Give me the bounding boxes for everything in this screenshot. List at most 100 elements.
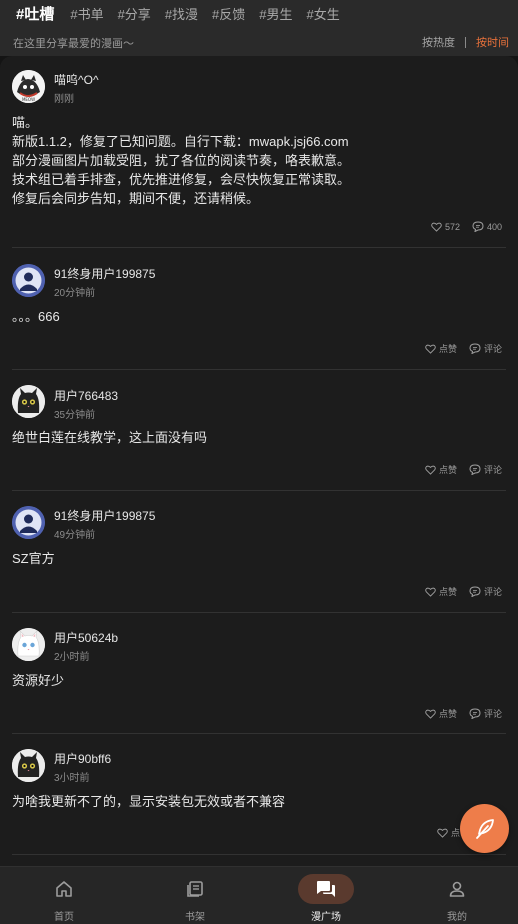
post-username[interactable]: 91终身用户199875	[54, 265, 155, 282]
nav-bookshelf[interactable]: 书架	[155, 867, 235, 924]
post-content: 资源好少	[12, 671, 64, 690]
like-button[interactable]: 点赞	[425, 585, 457, 598]
header-subtitle: 在这里分享最爱的漫画～	[13, 38, 134, 50]
black-cat-avatar-icon	[12, 749, 45, 782]
post-actions: 572 400	[419, 221, 502, 232]
sort-by-hot-button[interactable]: 按热度	[422, 34, 455, 50]
nav-icon-wrap	[176, 875, 214, 903]
post-item[interactable]: 用户50624b 2小时前 资源好少 点赞 评论	[12, 614, 506, 734]
like-button[interactable]: 点赞	[425, 342, 457, 355]
post-feed[interactable]: MEOW 喵呜^O^ 刚刚 喵。 新版1.1.2，修复了已知问题。自行下载：mw…	[0, 56, 518, 866]
sort-switch: 按热度 按时间	[422, 34, 509, 50]
post-line: 资源好少	[12, 673, 65, 688]
comment-button[interactable]: 评论	[469, 342, 502, 355]
nav-label: 首页	[54, 912, 74, 923]
nav-square[interactable]: 漫广场	[286, 867, 366, 924]
post-time: 49分钟前	[54, 530, 96, 541]
nav-label: 漫广场	[311, 912, 341, 923]
comment-icon	[469, 464, 481, 475]
post-time: 3小时前	[54, 773, 90, 784]
like-button[interactable]: 点赞	[425, 463, 457, 476]
tab-find-manga[interactable]: #找漫	[165, 5, 198, 25]
avatar[interactable]	[12, 385, 45, 418]
comment-count: 400	[486, 221, 502, 232]
like-label: 点赞	[438, 344, 457, 354]
white-cat-avatar-icon	[12, 628, 45, 661]
post-line: 。。。666	[12, 309, 60, 324]
bookshelf-icon	[187, 881, 203, 897]
post-item[interactable]: MEOW 喵呜^O^ 刚刚 喵。 新版1.1.2，修复了已知问题。自行下载：mw…	[12, 56, 506, 248]
heart-icon	[437, 828, 448, 838]
chat-square-icon	[317, 881, 335, 897]
like-label: 点赞	[438, 709, 457, 719]
post-username[interactable]: 用户90bff6	[54, 750, 111, 767]
comment-button[interactable]: 评论	[469, 707, 502, 720]
comment-button[interactable]: 400	[472, 221, 502, 232]
tab-male[interactable]: #男生	[259, 5, 292, 25]
like-count: 572	[444, 221, 460, 232]
post-line: 绝世白莲在线教学，这上面没有吗	[12, 430, 208, 445]
like-button[interactable]: 572	[431, 222, 460, 232]
nav-icon-wrap	[45, 875, 83, 903]
comment-icon	[469, 586, 481, 597]
avatar[interactable]: MEOW	[12, 70, 45, 103]
feather-pen-icon	[475, 818, 494, 839]
like-button[interactable]: 点赞	[425, 707, 457, 720]
comment-button[interactable]: 评论	[469, 585, 502, 598]
post-time: 20分钟前	[54, 288, 96, 299]
heart-icon	[431, 222, 442, 232]
tab-tucao[interactable]: #吐槽	[14, 5, 57, 25]
post-content: 。。。666	[12, 307, 60, 326]
profile-icon	[449, 881, 465, 897]
avatar[interactable]	[12, 264, 45, 297]
sort-by-time-button[interactable]: 按时间	[476, 34, 509, 50]
post-item[interactable]: 91终身用户199875 49分钟前 SZ官方 点赞 评论	[12, 492, 506, 613]
post-item[interactable]: 用户90bff6 3小时前 为啥我更新不了的，显示安装包无效或者不兼容 点	[12, 735, 506, 855]
post-content: SZ官方	[12, 549, 55, 568]
nav-label: 我的	[447, 912, 467, 923]
comment-icon	[469, 343, 481, 354]
default-user-avatar-icon	[12, 506, 45, 539]
tab-female[interactable]: #女生	[307, 5, 340, 25]
post-actions: 点	[425, 826, 460, 839]
nav-home[interactable]: 首页	[24, 867, 104, 924]
comment-button[interactable]: 评论	[469, 463, 502, 476]
like-label: 点赞	[438, 465, 457, 475]
comment-label: 评论	[483, 344, 502, 354]
nav-icon-wrap	[298, 874, 354, 904]
post-username[interactable]: 91终身用户199875	[54, 507, 155, 524]
post-time: 35分钟前	[54, 410, 96, 421]
avatar[interactable]	[12, 506, 45, 539]
post-line: 修复后会同步告知，期间不便，还请稍候。	[12, 191, 260, 206]
post-username[interactable]: 喵呜^O^	[54, 71, 99, 88]
post-line: 喵。	[12, 115, 39, 130]
tab-feedback[interactable]: #反馈	[212, 5, 245, 25]
post-line: SZ官方	[12, 551, 55, 566]
tab-label: #吐槽	[16, 6, 55, 23]
comment-label: 评论	[483, 709, 502, 719]
avatar[interactable]	[12, 749, 45, 782]
compose-post-button[interactable]	[460, 804, 509, 853]
post-content: 为啥我更新不了的，显示安装包无效或者不兼容	[12, 792, 285, 811]
nav-label: 书架	[185, 912, 205, 923]
topic-tabs: #吐槽 #书单 #分享 #找漫 #反馈 #男生 #女生	[14, 5, 354, 25]
comment-icon	[472, 221, 484, 232]
comment-icon	[469, 708, 481, 719]
tab-booklist[interactable]: #书单	[70, 5, 103, 25]
post-line: 新版1.1.2，修复了已知问题。自行下载：mwapk.jsj66.com	[12, 134, 349, 149]
bottom-navigation: 首页 书架 漫广场 我的	[0, 866, 518, 924]
like-button[interactable]: 点	[437, 826, 460, 839]
post-line: 为啥我更新不了的，显示安装包无效或者不兼容	[12, 794, 286, 809]
nav-mine[interactable]: 我的	[417, 867, 497, 924]
post-item[interactable]: 用户766483 35分钟前 绝世白莲在线教学，这上面没有吗 点赞 评论	[12, 371, 506, 491]
default-user-avatar-icon	[12, 264, 45, 297]
post-actions: 点赞 评论	[413, 585, 502, 598]
tab-share[interactable]: #分享	[118, 5, 151, 25]
heart-icon	[425, 344, 436, 354]
post-item[interactable]: 91终身用户199875 20分钟前 。。。666 点赞 评论	[12, 249, 506, 370]
avatar[interactable]	[12, 628, 45, 661]
post-username[interactable]: 用户766483	[54, 387, 118, 404]
comment-label: 评论	[483, 465, 502, 475]
post-username[interactable]: 用户50624b	[54, 629, 118, 646]
post-actions: 点赞 评论	[413, 463, 502, 476]
